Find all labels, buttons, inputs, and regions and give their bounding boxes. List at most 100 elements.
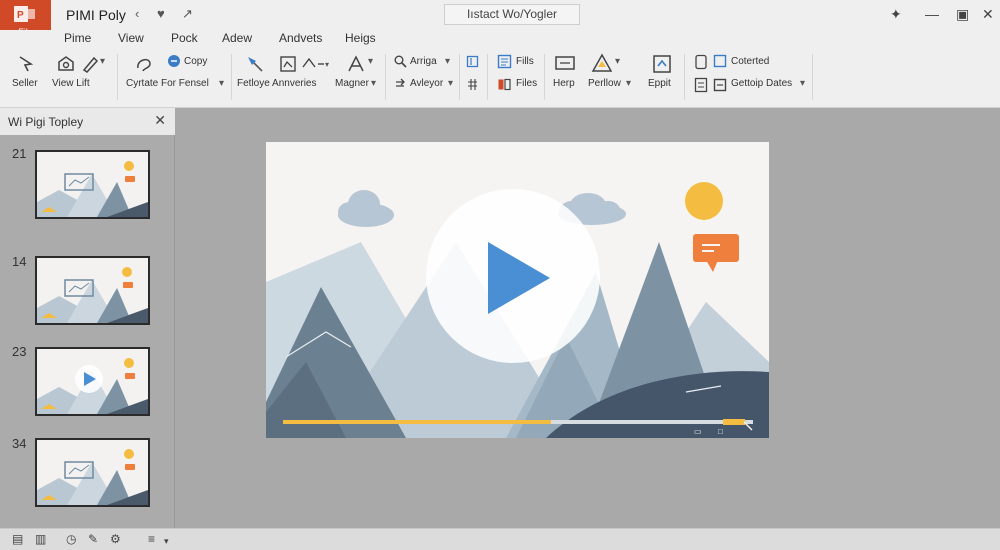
ribbon-separator <box>117 54 118 100</box>
fills-icon[interactable] <box>497 54 512 69</box>
copy-button[interactable]: Copy <box>184 56 207 67</box>
main-slide[interactable]: ▭ □ <box>266 142 769 438</box>
select-cursor-icon[interactable] <box>16 54 36 74</box>
settings-icon[interactable]: ⚙ <box>110 532 121 546</box>
document-list-icon[interactable] <box>694 77 708 93</box>
tab-pock[interactable]: Pock <box>171 31 198 45</box>
lasso-icon[interactable] <box>134 54 154 74</box>
restore-icon[interactable]: ▣ <box>956 5 969 23</box>
sun-icon <box>685 182 723 220</box>
copy-icon[interactable] <box>167 54 181 68</box>
export-icon[interactable] <box>651 53 673 75</box>
transform-icon[interactable]: ▾ <box>300 55 330 73</box>
thumbnail-illustration <box>37 258 148 323</box>
image-layout-icon[interactable] <box>278 54 298 74</box>
svg-text:▾: ▾ <box>325 60 329 69</box>
cyrtate-for-fensel-button[interactable]: Cyrtate For Fensel <box>126 78 209 89</box>
powerpoint-logo-icon: P <box>14 6 35 22</box>
slide-thumbnail[interactable] <box>35 150 150 219</box>
dropdown-arrow-icon[interactable]: ▾ <box>626 78 631 89</box>
video-progress-fill <box>283 420 551 424</box>
notes-icon[interactable]: ≡ <box>148 532 155 546</box>
tab-andvets[interactable]: Andvets <box>279 31 322 45</box>
checkbox-icon[interactable] <box>713 54 727 68</box>
search-icon[interactable] <box>394 55 407 68</box>
avleyor-button[interactable]: Avleyor <box>410 78 443 89</box>
slide-sorter-icon[interactable]: ▥ <box>35 532 46 546</box>
search-box[interactable]: Iıstact Wo/Yogler <box>444 4 580 25</box>
perllow-button[interactable]: Perllow <box>588 78 621 89</box>
slide-number: 23 <box>12 344 27 359</box>
dropdown-arrow-icon[interactable]: ▾ <box>445 56 450 67</box>
timer-icon[interactable]: ◷ <box>66 532 76 546</box>
replace-icon[interactable] <box>394 78 407 91</box>
grid-icon[interactable] <box>466 78 479 91</box>
share-arrow-icon[interactable]: ↗ <box>182 6 193 22</box>
minimize-icon[interactable]: — <box>925 5 939 23</box>
slide-thumbnail[interactable] <box>35 256 150 325</box>
close-panel-icon[interactable]: ✕ <box>154 112 166 129</box>
eppit-button[interactable]: Eppit <box>648 78 671 89</box>
magner-button[interactable]: Magner <box>335 78 369 89</box>
fullscreen-icon: □ <box>718 427 723 436</box>
back-icon[interactable]: ‹ <box>135 6 139 22</box>
home-view-icon[interactable] <box>56 54 76 74</box>
svg-text:P: P <box>17 10 24 21</box>
slides-panel: Wi Pigi Topley ✕ 21 14 23 34 <box>0 108 175 528</box>
herp-button[interactable]: Herp <box>553 78 575 89</box>
thumbnail-illustration <box>37 349 148 414</box>
warning-shape-icon[interactable] <box>591 53 613 73</box>
ribbon-toolbar: Seller ▾ View Lift Copy Cyrtate For Fens… <box>0 48 1000 108</box>
link-icon[interactable] <box>694 54 708 70</box>
heart-icon[interactable]: ♥ <box>157 6 165 22</box>
slide-illustration: ▭ □ <box>266 142 769 438</box>
thumbnail-illustration <box>37 440 148 505</box>
close-window-icon[interactable]: ✕ <box>982 5 994 23</box>
ribbon-separator <box>812 54 813 100</box>
dropdown-arrow-icon[interactable]: ▾ <box>448 78 453 89</box>
fetloye-annveries-button[interactable]: Fetloye Annveries <box>237 78 317 89</box>
ribbon-separator <box>231 54 232 100</box>
seller-button[interactable]: Seller <box>12 78 38 89</box>
calendar-icon[interactable] <box>713 78 727 92</box>
pin-icon[interactable]: ✦ <box>890 5 902 23</box>
layout-icon[interactable] <box>466 55 479 68</box>
arriga-button[interactable]: Arriga <box>410 56 437 67</box>
ribbon-separator <box>544 54 545 100</box>
effects-icon[interactable] <box>244 53 266 75</box>
slide-number: 34 <box>12 436 27 451</box>
text-format-icon[interactable] <box>346 54 366 74</box>
dropdown-arrow-icon[interactable]: ▾ <box>164 534 169 548</box>
slide-thumbnail[interactable] <box>35 347 150 416</box>
title-bar: P File PIMI Poly ‹ ♥ ↗ Iıstact Wo/Yogler… <box>0 0 1000 42</box>
tab-adew[interactable]: Adew <box>222 31 252 45</box>
slide-number: 21 <box>12 146 27 161</box>
tab-heigs[interactable]: Heigs <box>345 31 376 45</box>
slide-thumbnail[interactable] <box>35 438 150 507</box>
dropdown-arrow-icon[interactable]: ▾ <box>219 78 224 89</box>
help-screen-icon[interactable] <box>554 54 576 74</box>
dropdown-arrow-icon[interactable]: ▾ <box>800 78 805 89</box>
tab-view[interactable]: View <box>118 31 144 45</box>
ribbon-separator <box>459 54 460 100</box>
normal-view-icon[interactable]: ▤ <box>12 532 23 546</box>
files-button[interactable]: Files <box>516 78 537 89</box>
slides-panel-title: Wi Pigi Topley <box>8 115 84 129</box>
files-icon[interactable] <box>497 77 512 92</box>
dropdown-arrow-icon[interactable]: ▾ <box>100 56 105 67</box>
tab-pime[interactable]: Pime <box>64 31 91 45</box>
dropdown-arrow-icon[interactable]: ▾ <box>371 78 376 89</box>
coterted-option[interactable]: Coterted <box>731 56 769 67</box>
view-lift-button[interactable]: View Lift <box>52 78 90 89</box>
pencil-icon[interactable]: ✎ <box>88 532 98 546</box>
pen-icon[interactable] <box>80 54 100 74</box>
ribbon-separator <box>385 54 386 100</box>
captions-icon: ▭ <box>694 427 702 436</box>
slides-panel-header: Wi Pigi Topley ✕ <box>0 108 175 135</box>
status-bar: ▤ ▥ ◷ ✎ ⚙ ≡ ▾ <box>0 528 1000 550</box>
dropdown-arrow-icon[interactable]: ▾ <box>368 56 373 67</box>
gettoip-dates-button[interactable]: Gettoip Dates <box>731 78 792 89</box>
fills-button[interactable]: Fills <box>516 56 534 67</box>
menu-tabs: Pime View Pock Adew Andvets Heigs <box>0 30 1000 48</box>
dropdown-arrow-icon[interactable]: ▾ <box>615 56 620 67</box>
